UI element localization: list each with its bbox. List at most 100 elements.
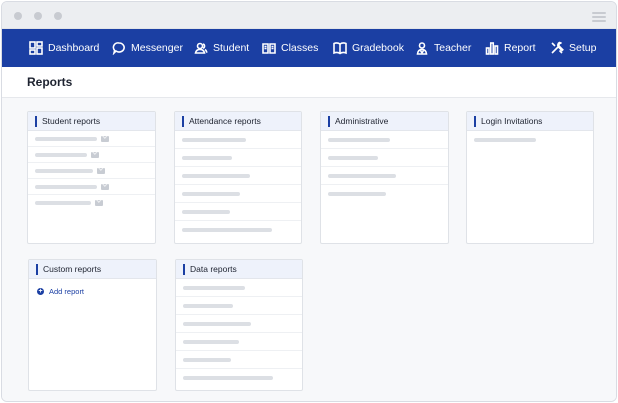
card-administrative: Administrative <box>320 111 449 244</box>
nav-label: Dashboard <box>48 42 100 54</box>
list-item[interactable] <box>176 279 302 297</box>
accent-bar <box>183 263 185 275</box>
teacher-icon <box>416 42 428 55</box>
placeholder-line <box>35 152 87 157</box>
placeholder-line <box>35 136 97 141</box>
placeholder-line <box>183 339 239 344</box>
list-item[interactable] <box>176 351 302 369</box>
list-item[interactable] <box>28 195 155 211</box>
list-item[interactable] <box>467 131 593 149</box>
plus-circle-icon: + <box>37 287 44 295</box>
window-dot-close[interactable] <box>14 12 22 20</box>
tools-icon <box>551 41 564 54</box>
accent-bar <box>328 115 330 127</box>
window-dot-zoom[interactable] <box>54 12 62 20</box>
accent-bar <box>474 115 476 127</box>
add-report-label: Add report <box>49 286 85 296</box>
nav-item-teacher[interactable]: Teacher <box>415 29 471 67</box>
list-item[interactable] <box>176 315 302 333</box>
nav-label: Classes <box>281 42 319 54</box>
nav-item-gradebook[interactable]: Gradebook <box>333 29 404 67</box>
list-item[interactable] <box>175 203 301 221</box>
list-item[interactable] <box>28 163 155 179</box>
list-item[interactable] <box>175 185 301 203</box>
placeholder-line <box>183 321 251 326</box>
card-header: Data reports <box>176 260 302 279</box>
placeholder-line <box>328 192 386 196</box>
nav-item-classes[interactable]: Classes <box>262 29 318 67</box>
mail-icon[interactable] <box>91 151 99 158</box>
card-header: Administrative <box>321 112 448 131</box>
placeholder-line <box>35 184 97 189</box>
card-attendance-reports: Attendance reports <box>174 111 302 244</box>
list-item[interactable] <box>175 221 301 239</box>
nav-label: Gradebook <box>352 42 404 54</box>
card-header: Attendance reports <box>175 112 301 131</box>
page-title: Reports <box>27 75 73 89</box>
list-item[interactable] <box>176 369 302 387</box>
window-titlebar <box>2 2 616 29</box>
placeholder-line <box>182 209 230 214</box>
card-header: Student reports <box>28 112 155 131</box>
gradebook-icon <box>333 42 347 55</box>
top-navbar: Dashboard Messenger Student Classes Grad… <box>2 29 616 67</box>
nav-label: Student <box>213 42 250 54</box>
mail-icon[interactable] <box>97 167 105 174</box>
chat-bubble-icon <box>112 42 125 55</box>
nav-label: Report <box>504 42 536 54</box>
placeholder-line <box>328 155 378 160</box>
placeholder-line <box>182 155 232 160</box>
card-title: Custom reports <box>43 264 102 274</box>
list-item[interactable] <box>175 167 301 185</box>
mail-icon[interactable] <box>101 183 109 190</box>
window-dot-minimize[interactable] <box>34 12 42 20</box>
placeholder-line <box>182 173 250 178</box>
placeholder-line <box>35 201 91 205</box>
placeholder-line <box>183 376 273 380</box>
hamburger-menu-icon[interactable] <box>592 12 606 22</box>
nav-item-dashboard[interactable]: Dashboard <box>29 29 99 67</box>
nav-item-student[interactable]: Student <box>194 29 249 67</box>
list-item[interactable] <box>176 297 302 315</box>
browser-window: Dashboard Messenger Student Classes Grad… <box>1 1 617 402</box>
list-item[interactable] <box>321 185 448 203</box>
placeholder-line <box>328 173 396 178</box>
book-open-icon <box>262 43 276 54</box>
list-item[interactable] <box>28 147 155 163</box>
placeholder-line <box>183 303 233 308</box>
list-item[interactable] <box>321 149 448 167</box>
placeholder-line <box>474 138 536 142</box>
accent-bar <box>182 115 184 127</box>
list-item[interactable] <box>321 167 448 185</box>
accent-bar <box>35 115 37 127</box>
list-item[interactable] <box>175 149 301 167</box>
nav-label: Teacher <box>434 42 472 54</box>
placeholder-line <box>182 228 272 232</box>
mail-icon[interactable] <box>101 135 109 142</box>
nav-item-setup[interactable]: Setup <box>550 29 596 67</box>
card-login-invitations: Login Invitations <box>466 111 594 244</box>
placeholder-line <box>183 357 231 362</box>
card-title: Student reports <box>42 116 101 126</box>
card-title: Data reports <box>190 264 237 274</box>
placeholder-line <box>35 168 93 173</box>
list-item[interactable] <box>28 179 155 195</box>
add-report-button[interactable]: + Add report <box>29 279 156 303</box>
card-student-reports: Student reports <box>27 111 156 244</box>
list-item[interactable] <box>176 333 302 351</box>
list-item[interactable] <box>321 131 448 149</box>
nav-label: Messenger <box>131 42 183 54</box>
placeholder-line <box>182 137 246 142</box>
list-item[interactable] <box>28 131 155 147</box>
card-title: Login Invitations <box>481 116 543 126</box>
accent-bar <box>36 263 38 275</box>
list-item[interactable] <box>175 131 301 149</box>
nav-item-report[interactable]: Report <box>485 29 536 67</box>
nav-item-messenger[interactable]: Messenger <box>112 29 183 67</box>
placeholder-line <box>183 285 245 290</box>
mail-icon[interactable] <box>95 200 103 206</box>
dashboard-icon <box>29 41 43 55</box>
bar-chart-icon <box>485 42 499 55</box>
placeholder-line <box>328 137 390 142</box>
users-icon <box>194 42 208 54</box>
